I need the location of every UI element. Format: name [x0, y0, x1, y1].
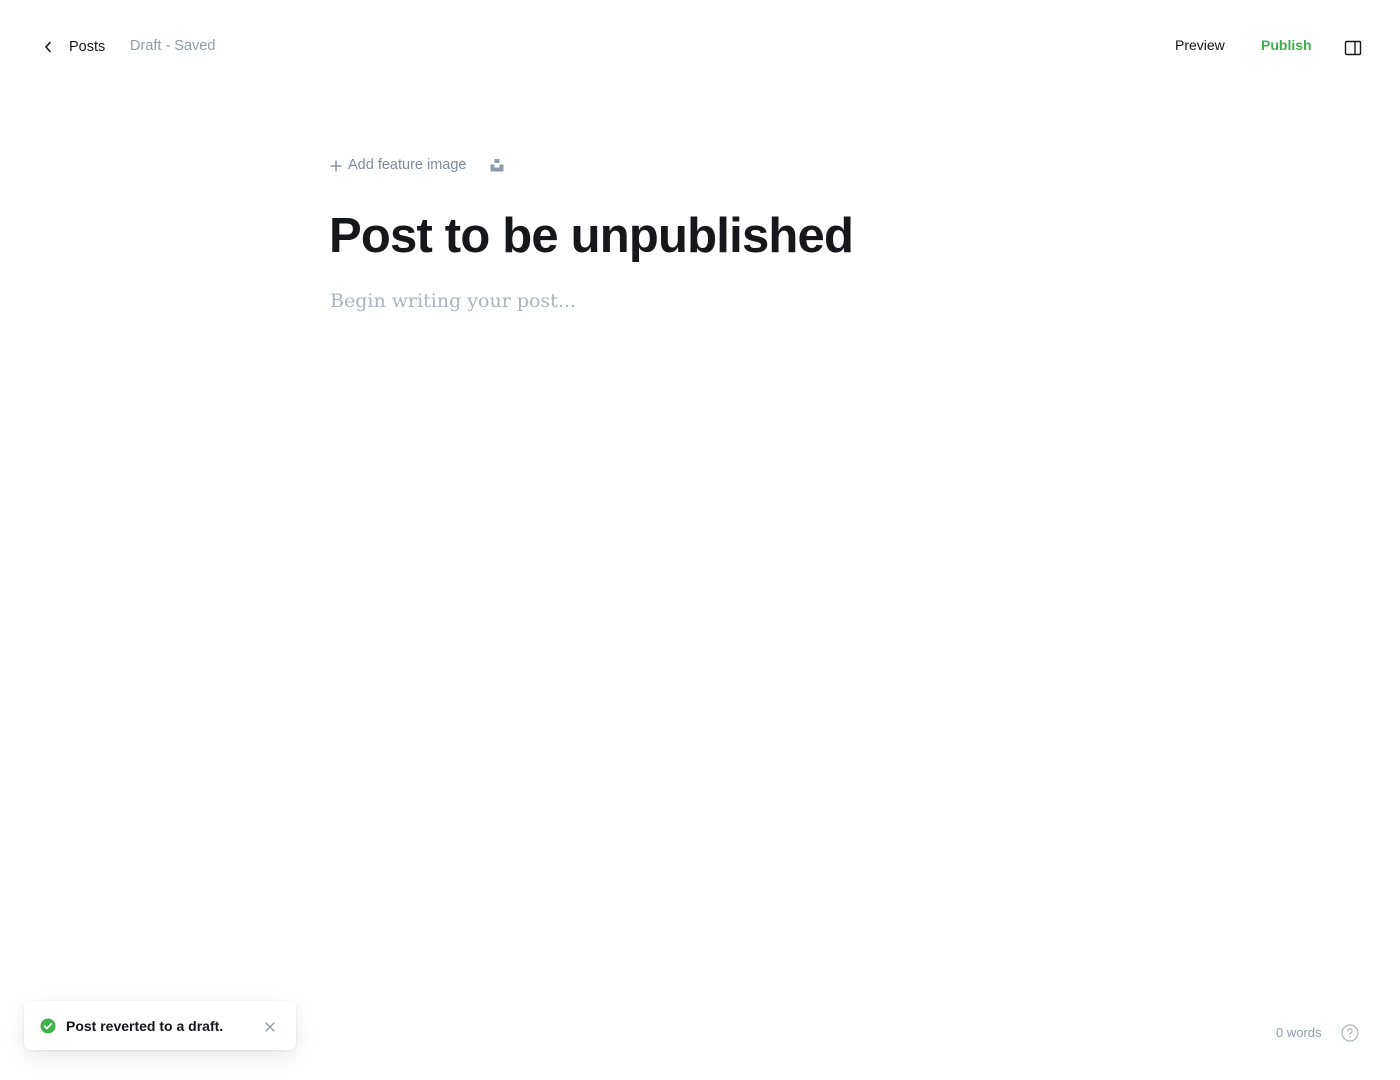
check-circle-icon [40, 1018, 56, 1034]
editor-header: Posts Draft - Saved Preview Publish [0, 0, 1400, 94]
preview-button[interactable]: Preview [1175, 37, 1225, 53]
post-title[interactable]: Post to be unpublished [329, 208, 854, 264]
add-feature-image-label: Add feature image [348, 157, 467, 173]
sidebar-toggle-icon[interactable] [1344, 39, 1362, 57]
add-feature-image-button[interactable]: Add feature image [330, 157, 467, 173]
back-to-posts-link[interactable]: Posts [40, 36, 105, 58]
plus-icon [330, 159, 342, 172]
toast-message: Post reverted to a draft. [66, 1017, 224, 1034]
back-link-label: Posts [69, 39, 106, 55]
word-count: 0 words [1276, 1025, 1322, 1040]
post-body-editor[interactable]: Begin writing your post... [330, 290, 576, 312]
notification-toast: Post reverted to a draft. [24, 1001, 296, 1050]
post-status: Draft - Saved [130, 38, 216, 54]
chevron-left-icon [40, 36, 56, 58]
unsplash-icon[interactable] [490, 158, 504, 172]
close-icon[interactable] [264, 1020, 276, 1032]
feature-image-row: Add feature image [330, 154, 504, 176]
help-circle-icon[interactable] [1341, 1024, 1359, 1042]
publish-button[interactable]: Publish [1261, 37, 1312, 53]
